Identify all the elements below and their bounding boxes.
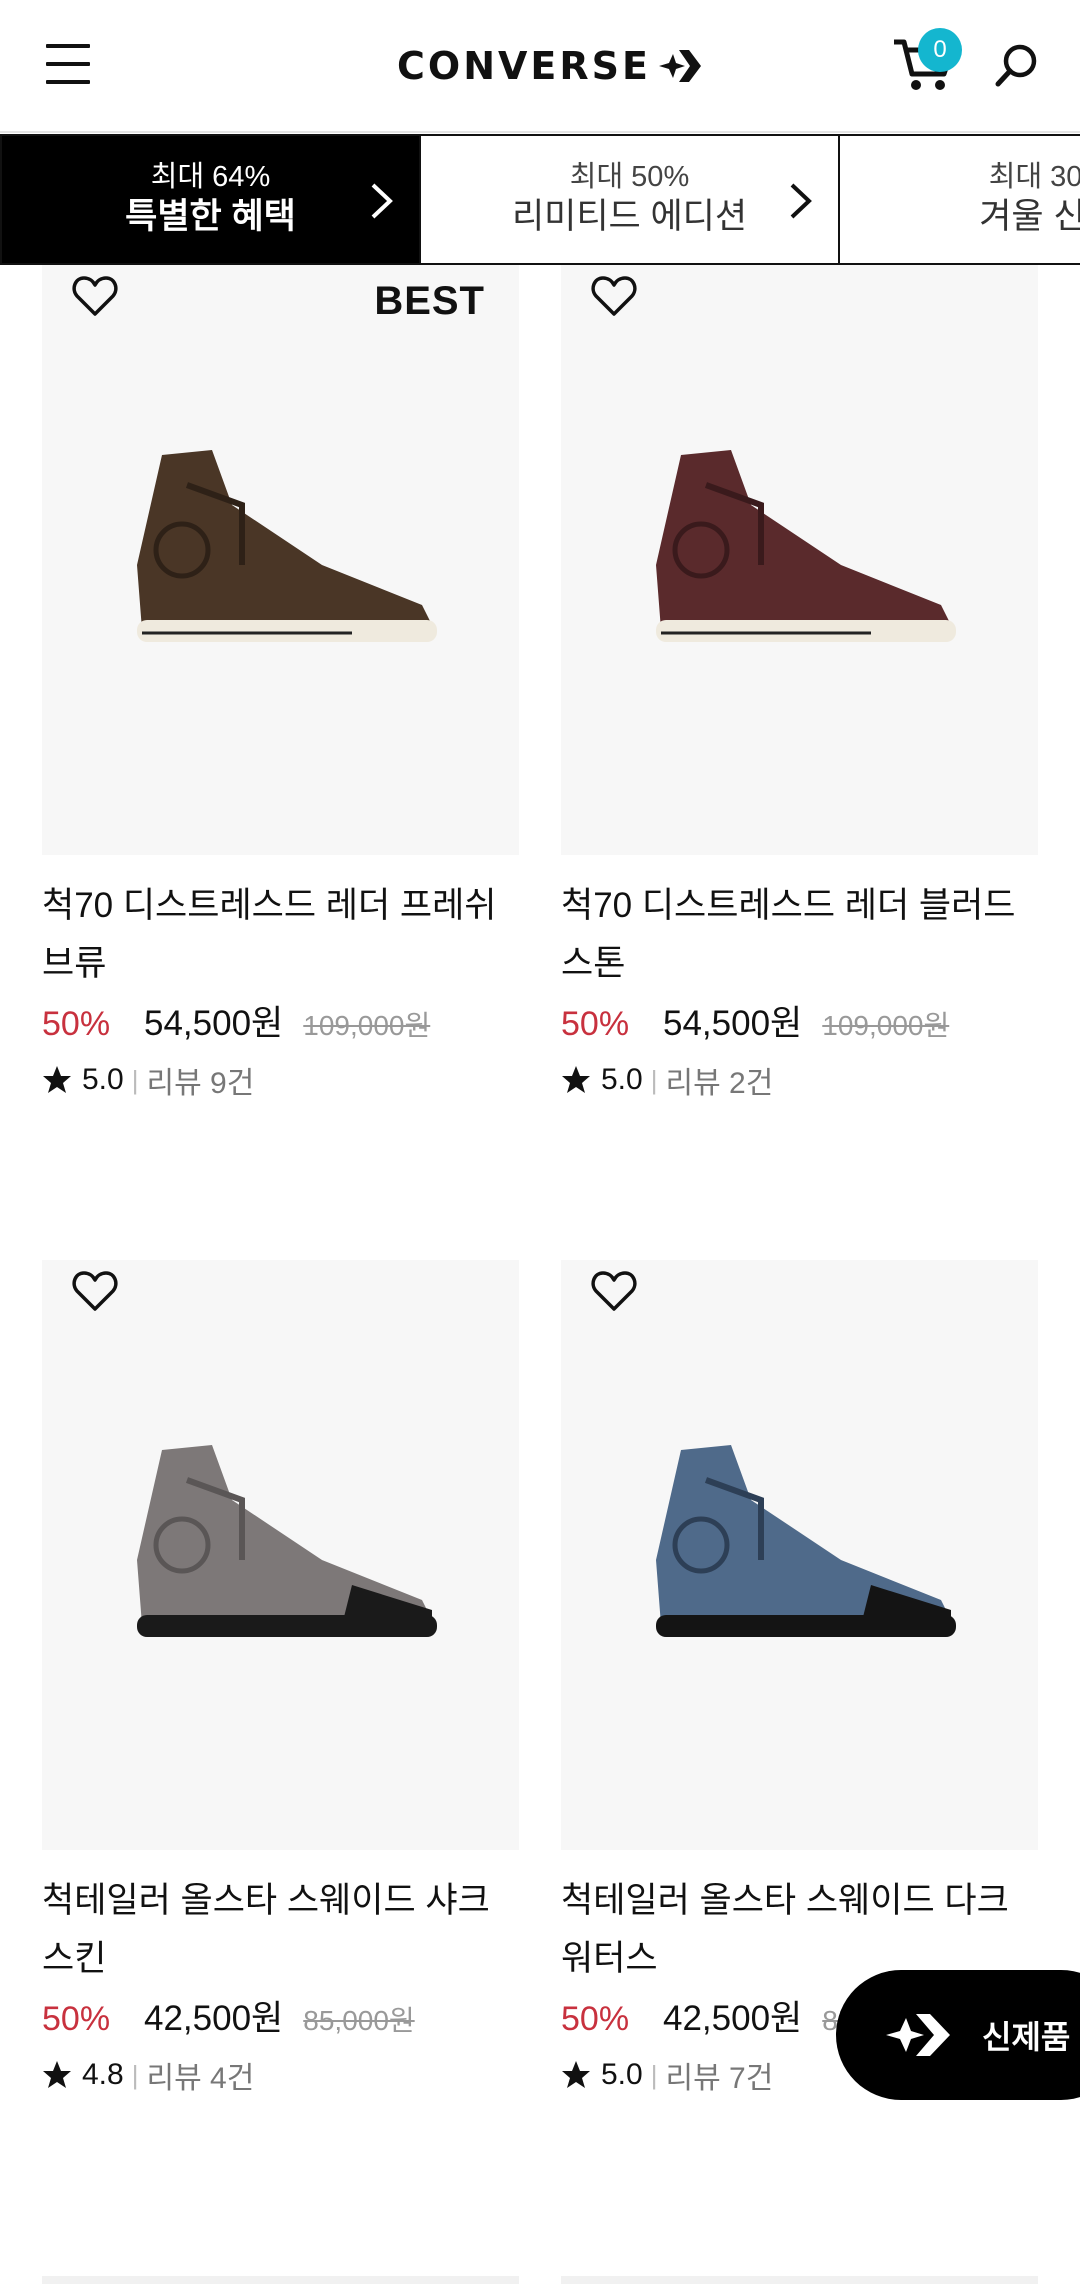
discount-rate: 50% bbox=[561, 2000, 630, 2038]
promo-tab-title: 겨울 신상 bbox=[979, 197, 1080, 236]
converse-logo[interactable]: CONVERSE bbox=[397, 44, 703, 88]
promo-tab-bar: 최대 64% 특별한 혜택 최대 50% 리미티드 에디션 최대 30% 겨울 … bbox=[0, 134, 1080, 265]
sale-price: 54,500원 bbox=[144, 1004, 284, 1043]
new-products-float-button[interactable]: 신제품 bbox=[836, 1970, 1080, 2100]
divider: | bbox=[131, 1064, 139, 1095]
product-name[interactable]: 척70 디스트레스드 레더 프레쉬 브류 bbox=[42, 877, 519, 993]
rating-value: 5.0 bbox=[601, 2058, 643, 2091]
promo-tab-subtitle: 최대 30% bbox=[988, 161, 1080, 193]
price-row: 50% 54,500원 109,000원 bbox=[561, 995, 1038, 1051]
price-row: 50% 42,500원 85,000원 bbox=[42, 1990, 519, 2046]
star-icon bbox=[562, 2061, 590, 2088]
menu-icon[interactable] bbox=[46, 44, 90, 84]
product-image[interactable]: BEST bbox=[42, 265, 519, 855]
promo-tab-subtitle: 최대 64% bbox=[150, 161, 271, 193]
star-chevron-logo-icon bbox=[886, 2014, 950, 2056]
product-card[interactable]: 척70 디스트레스드 레더 블러드스톤 50% 54,500원 109,000원… bbox=[561, 265, 1038, 1105]
next-product-card-peek bbox=[42, 2276, 519, 2284]
price-row: 50% 54,500원 109,000원 bbox=[42, 995, 519, 1051]
rating-value: 5.0 bbox=[82, 1063, 124, 1096]
star-icon bbox=[43, 2061, 71, 2088]
product-name[interactable]: 척70 디스트레스드 레더 블러드스톤 bbox=[561, 877, 1038, 993]
product-image[interactable] bbox=[42, 1260, 519, 1850]
top-header: CONVERSE 0 bbox=[0, 0, 1080, 133]
promo-tab-title: 특별한 혜택 bbox=[125, 197, 296, 236]
original-price: 109,000원 bbox=[822, 1010, 950, 1041]
rating-value: 5.0 bbox=[601, 1063, 643, 1096]
promo-tab-limited[interactable]: 최대 50% 리미티드 에디션 bbox=[419, 134, 840, 263]
next-product-card-peek bbox=[561, 2276, 1038, 2284]
product-card[interactable]: BEST 척70 디스트레스드 레더 프레쉬 브류 50% 54,500원 10… bbox=[42, 265, 519, 1105]
discount-rate: 50% bbox=[42, 2000, 111, 2038]
star-icon bbox=[43, 1066, 71, 1093]
best-badge: BEST bbox=[374, 279, 485, 323]
promo-tab-title: 리미티드 에디션 bbox=[511, 197, 748, 236]
sale-price: 54,500원 bbox=[663, 1004, 803, 1043]
cart-count-badge[interactable]: 0 bbox=[918, 28, 962, 72]
wishlist-heart-icon[interactable] bbox=[72, 1270, 118, 1312]
review-count[interactable]: 리뷰 7건 bbox=[665, 2053, 773, 2097]
product-name[interactable]: 척테일러 올스타 스웨이드 샤크스킨 bbox=[42, 1872, 519, 1988]
star-chevron-logo-icon bbox=[658, 50, 701, 82]
product-card[interactable]: 척테일러 올스타 스웨이드 샤크스킨 50% 42,500원 85,000원 4… bbox=[42, 1260, 519, 2100]
sneaker-image bbox=[656, 1445, 956, 1637]
original-price: 85,000원 bbox=[303, 2005, 415, 2036]
rating-value: 4.8 bbox=[82, 2058, 124, 2091]
divider: | bbox=[131, 2059, 139, 2090]
sale-price: 42,500원 bbox=[144, 1999, 284, 2038]
sale-price: 42,500원 bbox=[663, 1999, 803, 2038]
original-price: 109,000원 bbox=[303, 1010, 431, 1041]
logo-text: CONVERSE bbox=[397, 44, 651, 88]
discount-rate: 50% bbox=[42, 1005, 111, 1043]
promo-tab-subtitle: 최대 50% bbox=[569, 161, 690, 193]
sneaker-image bbox=[137, 1445, 437, 1637]
wishlist-heart-icon[interactable] bbox=[591, 1270, 637, 1312]
chevron-right-icon bbox=[790, 183, 812, 219]
sneaker-image bbox=[656, 450, 956, 642]
promo-tab-winter[interactable]: 최대 30% 겨울 신상 bbox=[838, 134, 1080, 263]
divider: | bbox=[650, 1064, 658, 1095]
float-button-label: 신제품 bbox=[982, 2019, 1071, 2055]
wishlist-heart-icon[interactable] bbox=[72, 275, 118, 317]
divider: | bbox=[650, 2059, 658, 2090]
wishlist-heart-icon[interactable] bbox=[591, 275, 637, 317]
sneaker-image bbox=[137, 450, 437, 642]
product-image[interactable] bbox=[561, 265, 1038, 855]
discount-rate: 50% bbox=[561, 1005, 630, 1043]
star-icon bbox=[562, 1066, 590, 1093]
product-image[interactable] bbox=[561, 1260, 1038, 1850]
review-count[interactable]: 리뷰 4건 bbox=[146, 2053, 254, 2097]
review-count[interactable]: 리뷰 9건 bbox=[146, 1058, 254, 1102]
rating-row: 5.0 | 리뷰 9건 bbox=[42, 1055, 519, 1105]
rating-row: 4.8 | 리뷰 4건 bbox=[42, 2050, 519, 2100]
promo-tab-special[interactable]: 최대 64% 특별한 혜택 bbox=[0, 134, 421, 263]
chevron-right-icon bbox=[371, 183, 393, 219]
search-icon[interactable] bbox=[994, 42, 1040, 88]
rating-row: 5.0 | 리뷰 2건 bbox=[561, 1055, 1038, 1105]
review-count[interactable]: 리뷰 2건 bbox=[665, 1058, 773, 1102]
